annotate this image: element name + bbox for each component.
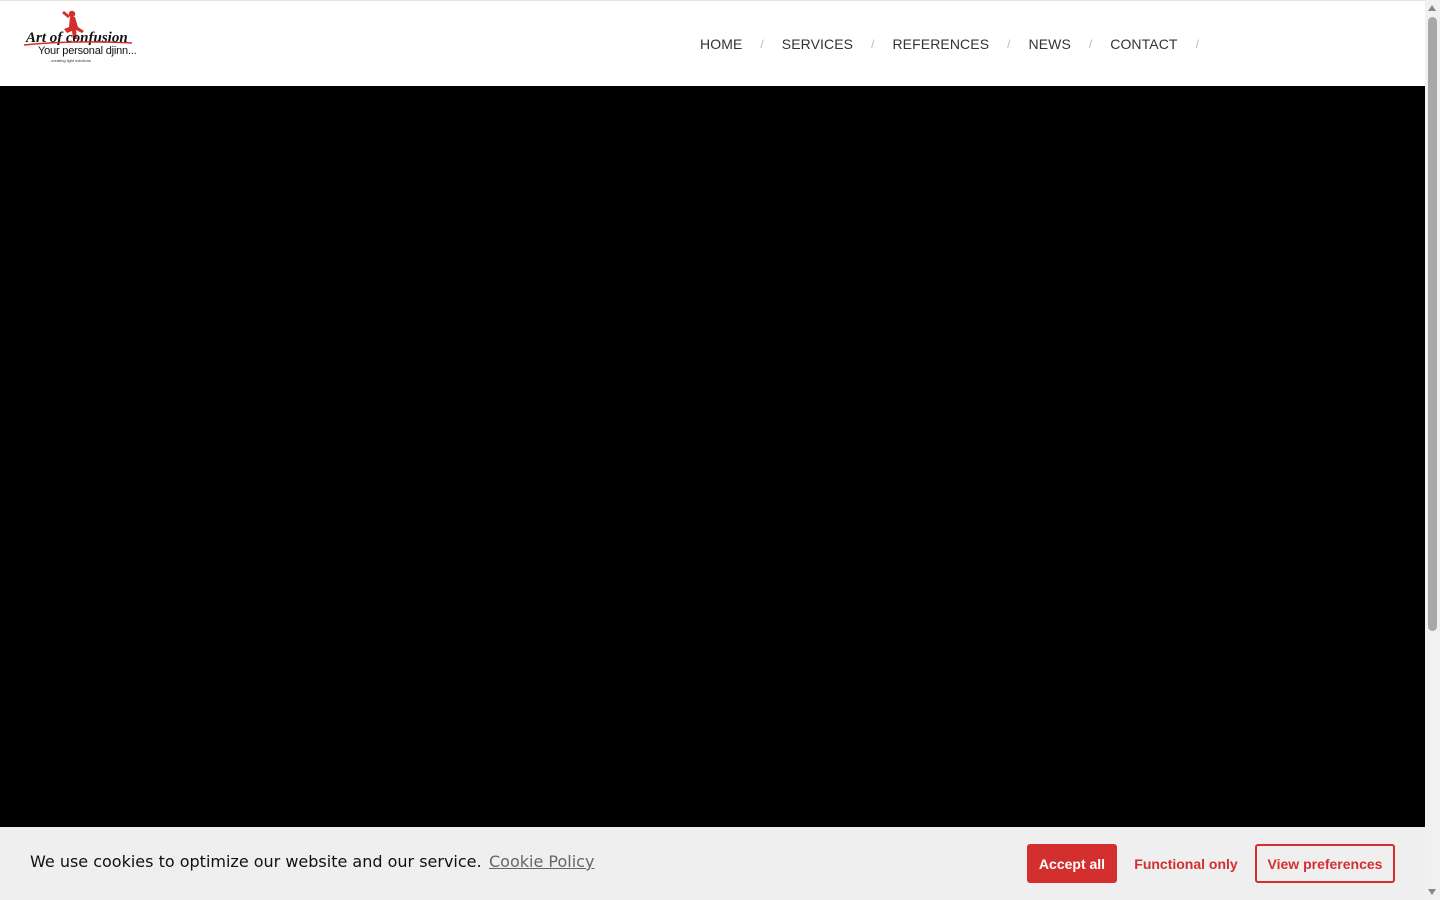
nav-item-contact[interactable]: CONTACT: [1110, 36, 1177, 52]
nav-separator: /: [1088, 37, 1093, 51]
view-preferences-button[interactable]: View preferences: [1255, 844, 1395, 883]
site-logo[interactable]: Art of confusion Your personal djinn... …: [22, 9, 137, 67]
scroll-thumb[interactable]: [1428, 17, 1437, 631]
site-header: Art of confusion Your personal djinn... …: [0, 0, 1425, 86]
nav-separator: /: [1195, 37, 1199, 51]
nav-separator: /: [760, 37, 764, 51]
functional-only-button[interactable]: Functional only: [1127, 844, 1245, 883]
nav-item-news[interactable]: NEWS: [1028, 36, 1070, 52]
logo-tagline: Your personal djinn...: [38, 45, 137, 57]
scroll-down-arrow-icon[interactable]: [1428, 889, 1436, 895]
scroll-up-arrow-icon[interactable]: [1428, 5, 1436, 11]
page-scrollbar[interactable]: [1425, 0, 1440, 900]
cookie-banner: We use cookies to optimize our website a…: [0, 827, 1425, 900]
main-nav: HOME / SERVICES / REFERENCES / NEWS / CO…: [700, 35, 1217, 53]
nav-item-services[interactable]: SERVICES: [782, 36, 853, 52]
nav-item-references[interactable]: REFERENCES: [892, 36, 989, 52]
accept-all-button[interactable]: Accept all: [1027, 844, 1117, 883]
cookie-message: We use cookies to optimize our website a…: [30, 852, 482, 871]
nav-separator: /: [871, 37, 875, 51]
logo-subline: ...creating light solutions: [48, 58, 91, 63]
hero-video[interactable]: [0, 86, 1425, 827]
nav-item-home[interactable]: HOME: [700, 36, 742, 52]
cookie-policy-link[interactable]: Cookie Policy: [489, 852, 594, 871]
page: Art of confusion Your personal djinn... …: [0, 0, 1425, 900]
nav-separator: /: [1007, 37, 1011, 51]
